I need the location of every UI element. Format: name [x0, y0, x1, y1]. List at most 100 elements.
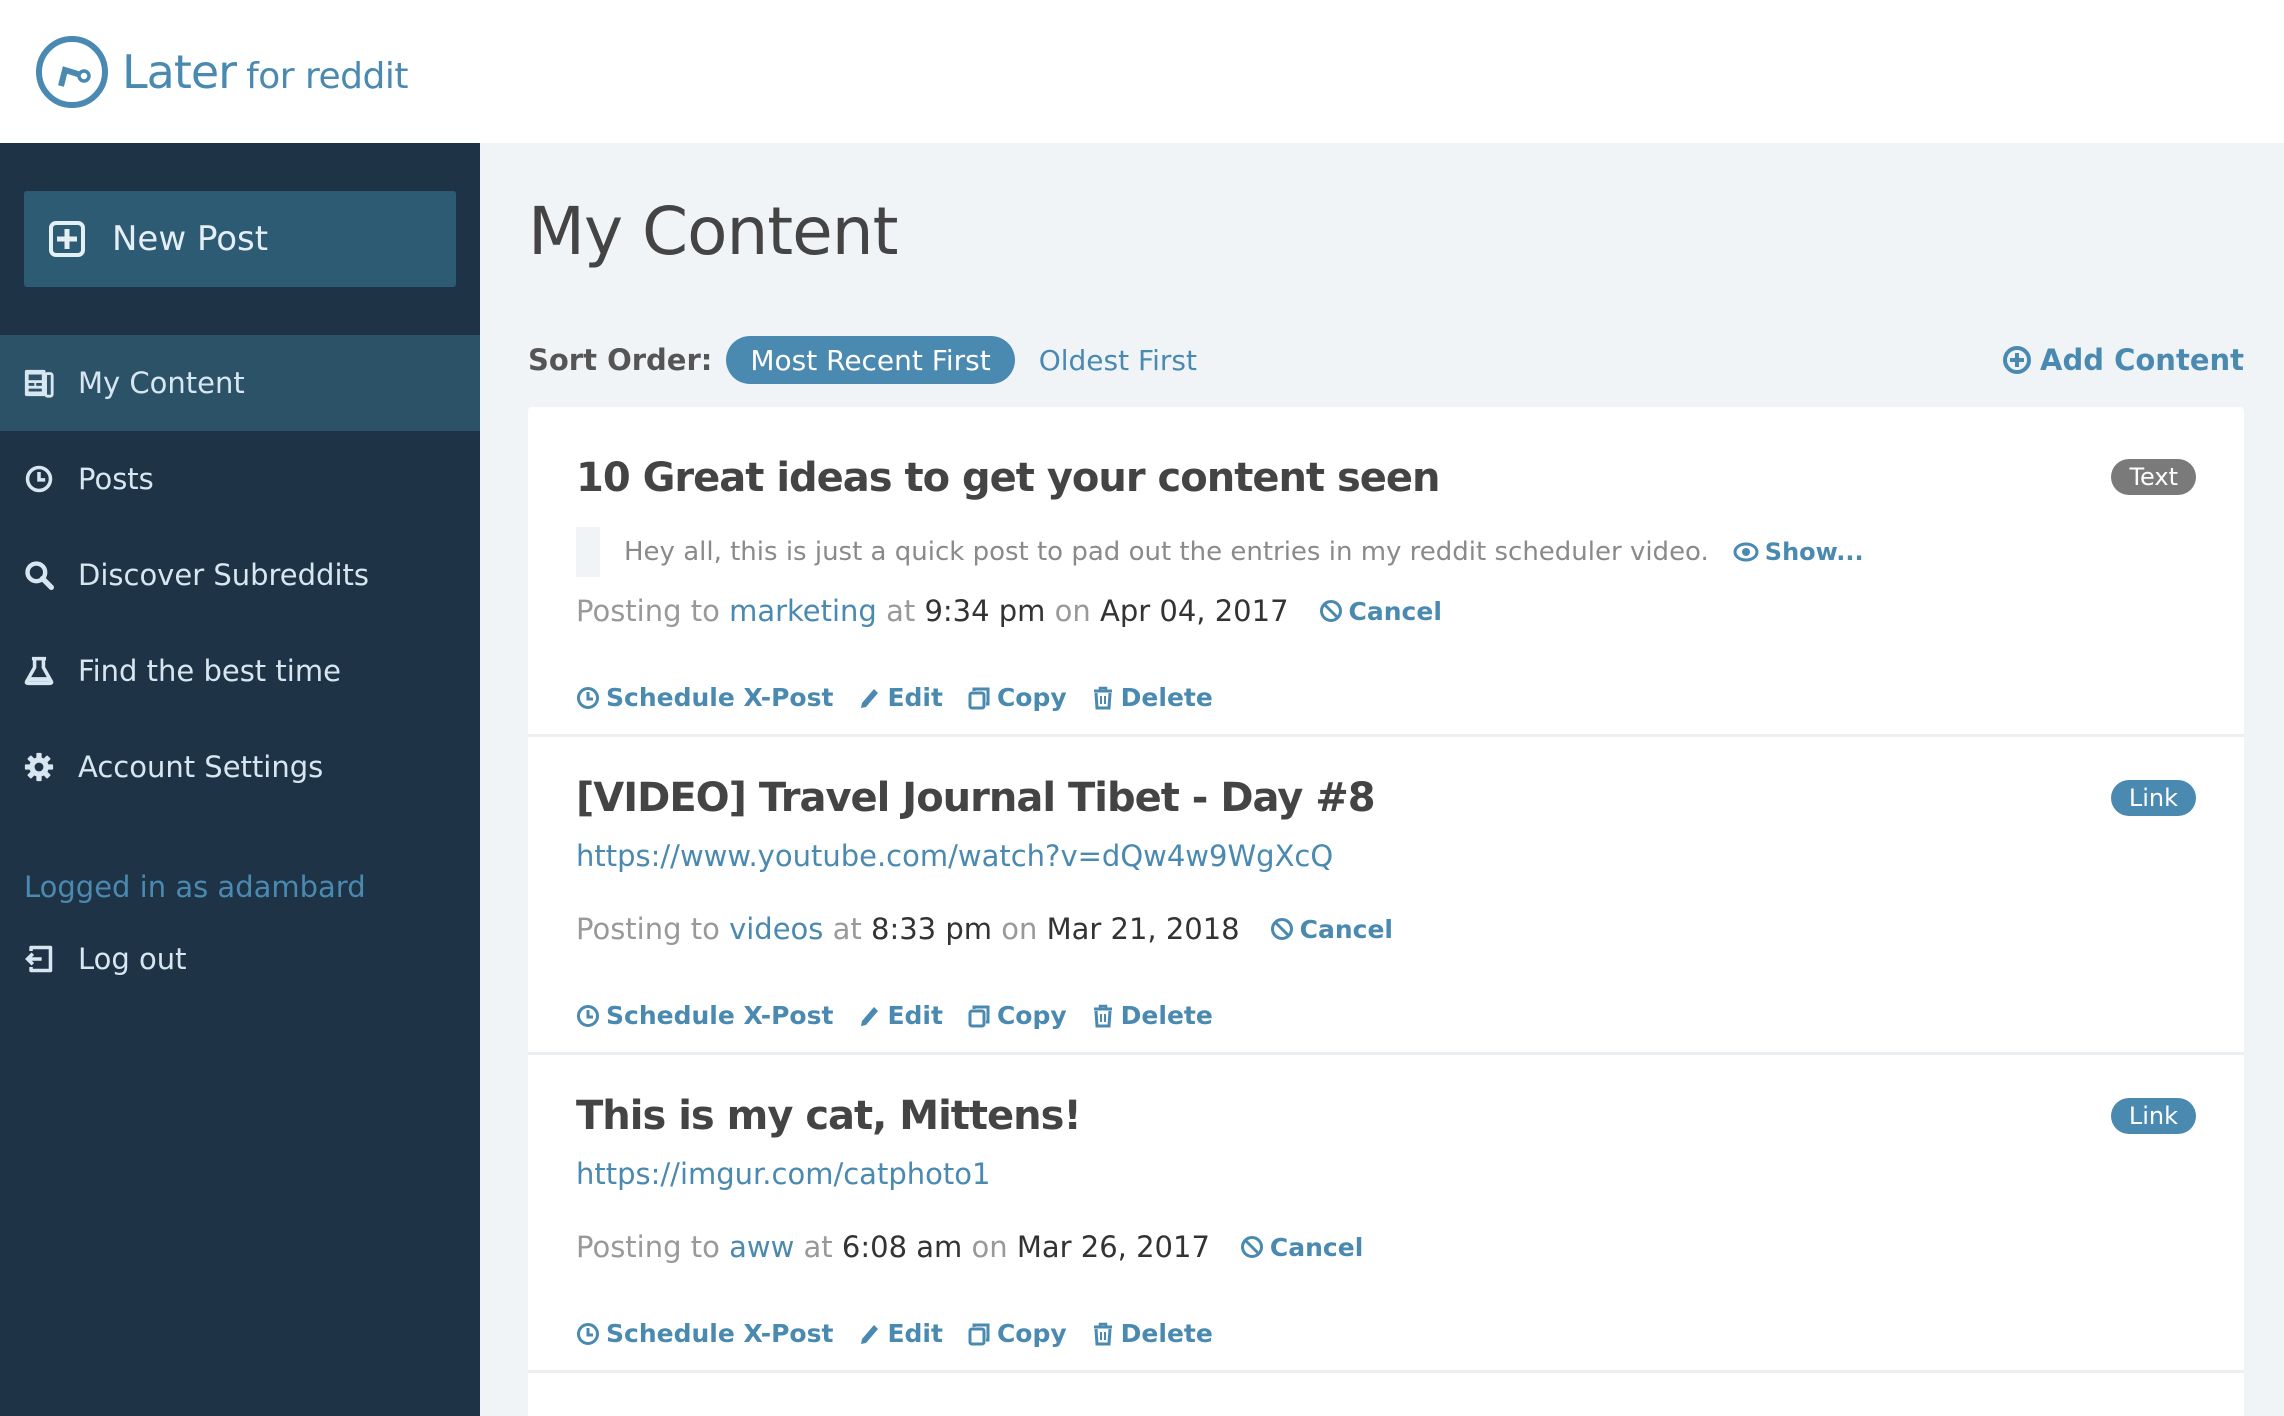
edit-button[interactable]: Edit [857, 683, 943, 712]
type-badge: Link [2110, 1098, 2196, 1134]
sort-order-label: Sort Order: [528, 343, 713, 377]
clock-icon [22, 462, 56, 496]
copy-button[interactable]: Copy [967, 683, 1067, 712]
show-more-link[interactable]: Show... [1733, 538, 1864, 566]
sign-out-icon [22, 942, 56, 976]
sidebar: New Post My Content Posts Discover Subre… [0, 143, 480, 1416]
schedule-xpost-button[interactable]: Schedule X-Post [576, 683, 833, 712]
sidebar-item-discover-subreddits[interactable]: Discover Subreddits [0, 527, 480, 623]
content-card: 10 Great ideas to get your content seen … [528, 407, 2244, 737]
card-title[interactable]: 10 Great ideas to get your content seen [576, 455, 1441, 501]
cancel-button[interactable]: Cancel [1240, 1233, 1363, 1262]
posting-to-label: Posting to [576, 594, 720, 628]
delete-label: Delete [1120, 1001, 1213, 1030]
posting-info: Posting to aww at 6:08 am on Mar 26, 201… [576, 1230, 1363, 1264]
ban-icon [1240, 1236, 1263, 1258]
copy-icon [968, 1323, 990, 1345]
card-url-link[interactable]: https://www.youtube.com/watch?v=dQw4w9Wg… [576, 839, 1333, 873]
subreddit-link[interactable]: videos [729, 912, 823, 946]
cancel-label: Cancel [1348, 596, 1442, 626]
trash-icon [1093, 1322, 1112, 1345]
delete-button[interactable]: Delete [1091, 1001, 1213, 1030]
trash-icon [1093, 686, 1112, 709]
sidebar-item-find-best-time[interactable]: Find the best time [0, 623, 480, 719]
edit-label: Edit [887, 1319, 943, 1348]
card-url-link[interactable]: https://imgur.com/catphoto1 [576, 1157, 990, 1191]
logout-button[interactable]: Log out [0, 911, 480, 1007]
plus-circle-icon [2003, 346, 2032, 374]
card-actions: Schedule X-Post Edit Copy Delete [576, 683, 1237, 712]
copy-icon [968, 1005, 990, 1027]
sort-oldest-first[interactable]: Oldest First [1039, 344, 1197, 377]
clock-icon [577, 1322, 599, 1345]
cancel-button[interactable]: Cancel [1319, 597, 1442, 626]
sidebar-item-posts[interactable]: Posts [0, 431, 480, 527]
sidebar-item-label: Account Settings [78, 750, 324, 784]
copy-label: Copy [996, 683, 1067, 712]
app-logo[interactable]: Later for reddit [34, 34, 408, 110]
card-body: Hey all, this is just a quick post to pa… [576, 527, 1864, 577]
page-title: My Content [528, 193, 898, 270]
new-post-label: New Post [112, 219, 269, 259]
card-title[interactable]: This is my cat, Mittens! [576, 1093, 1082, 1139]
cancel-label: Cancel [1269, 1232, 1364, 1262]
copy-button[interactable]: Copy [967, 1001, 1067, 1030]
content-list: 10 Great ideas to get your content seen … [528, 407, 2244, 1416]
logo-title: Later [122, 45, 237, 99]
copy-button[interactable]: Copy [967, 1319, 1067, 1348]
copy-label: Copy [996, 1319, 1067, 1348]
logout-label: Log out [78, 942, 187, 976]
copy-icon [968, 687, 990, 709]
on-label: on [971, 1230, 1008, 1264]
sidebar-item-label: Find the best time [78, 654, 341, 688]
clock-icon [577, 686, 599, 709]
sidebar-item-account-settings[interactable]: Account Settings [0, 719, 480, 815]
eye-icon [1733, 542, 1759, 562]
card-title[interactable]: [VIDEO] Travel Journal Tibet - Day #8 [576, 775, 1376, 821]
delete-button[interactable]: Delete [1091, 1319, 1213, 1348]
posting-to-label: Posting to [576, 912, 720, 946]
content-card-partial [528, 1373, 2244, 1416]
search-icon [22, 558, 56, 592]
post-date: Mar 26, 2017 [1016, 1230, 1210, 1264]
subreddit-link[interactable]: marketing [729, 594, 877, 628]
post-date: Apr 04, 2017 [1100, 594, 1289, 628]
card-actions: Schedule X-Post Edit Copy Delete [576, 1319, 1237, 1348]
type-badge: Link [2110, 780, 2196, 816]
add-content-label: Add Content [2040, 343, 2244, 377]
delete-label: Delete [1120, 683, 1213, 712]
sort-most-recent-first[interactable]: Most Recent First [726, 336, 1015, 384]
cancel-label: Cancel [1299, 914, 1393, 944]
schedule-xpost-button[interactable]: Schedule X-Post [576, 1001, 833, 1030]
on-label: on [1054, 594, 1091, 628]
sidebar-item-label: My Content [78, 366, 245, 400]
sidebar-item-my-content[interactable]: My Content [0, 335, 480, 431]
show-label: Show... [1764, 538, 1864, 566]
ban-icon [1319, 600, 1342, 622]
cancel-button[interactable]: Cancel [1270, 915, 1393, 944]
post-time: 6:08 am [841, 1230, 963, 1264]
logo-subtitle: for reddit [246, 56, 408, 97]
at-label: at [886, 594, 916, 628]
delete-button[interactable]: Delete [1091, 683, 1213, 712]
content-card: This is my cat, Mittens! Link https://im… [528, 1055, 2244, 1373]
new-post-button[interactable]: New Post [24, 191, 456, 287]
post-time: 8:33 pm [871, 912, 992, 946]
copy-label: Copy [996, 1001, 1067, 1030]
edit-button[interactable]: Edit [857, 1001, 943, 1030]
post-time: 9:34 pm [924, 594, 1046, 628]
post-date: Mar 21, 2018 [1046, 912, 1240, 946]
schedule-xpost-button[interactable]: Schedule X-Post [576, 1319, 833, 1348]
delete-label: Delete [1120, 1319, 1213, 1348]
clock-logo-icon [36, 36, 108, 108]
at-label: at [803, 1230, 833, 1264]
schedule-label: Schedule X-Post [606, 683, 834, 712]
edit-label: Edit [887, 1001, 943, 1030]
edit-button[interactable]: Edit [857, 1319, 943, 1348]
gear-icon [22, 750, 56, 784]
content-card: [VIDEO] Travel Journal Tibet - Day #8 Li… [528, 737, 2244, 1055]
add-content-button[interactable]: Add Content [2002, 335, 2244, 385]
subreddit-link[interactable]: aww [729, 1230, 794, 1264]
at-label: at [832, 912, 862, 946]
pencil-icon [861, 1006, 879, 1026]
